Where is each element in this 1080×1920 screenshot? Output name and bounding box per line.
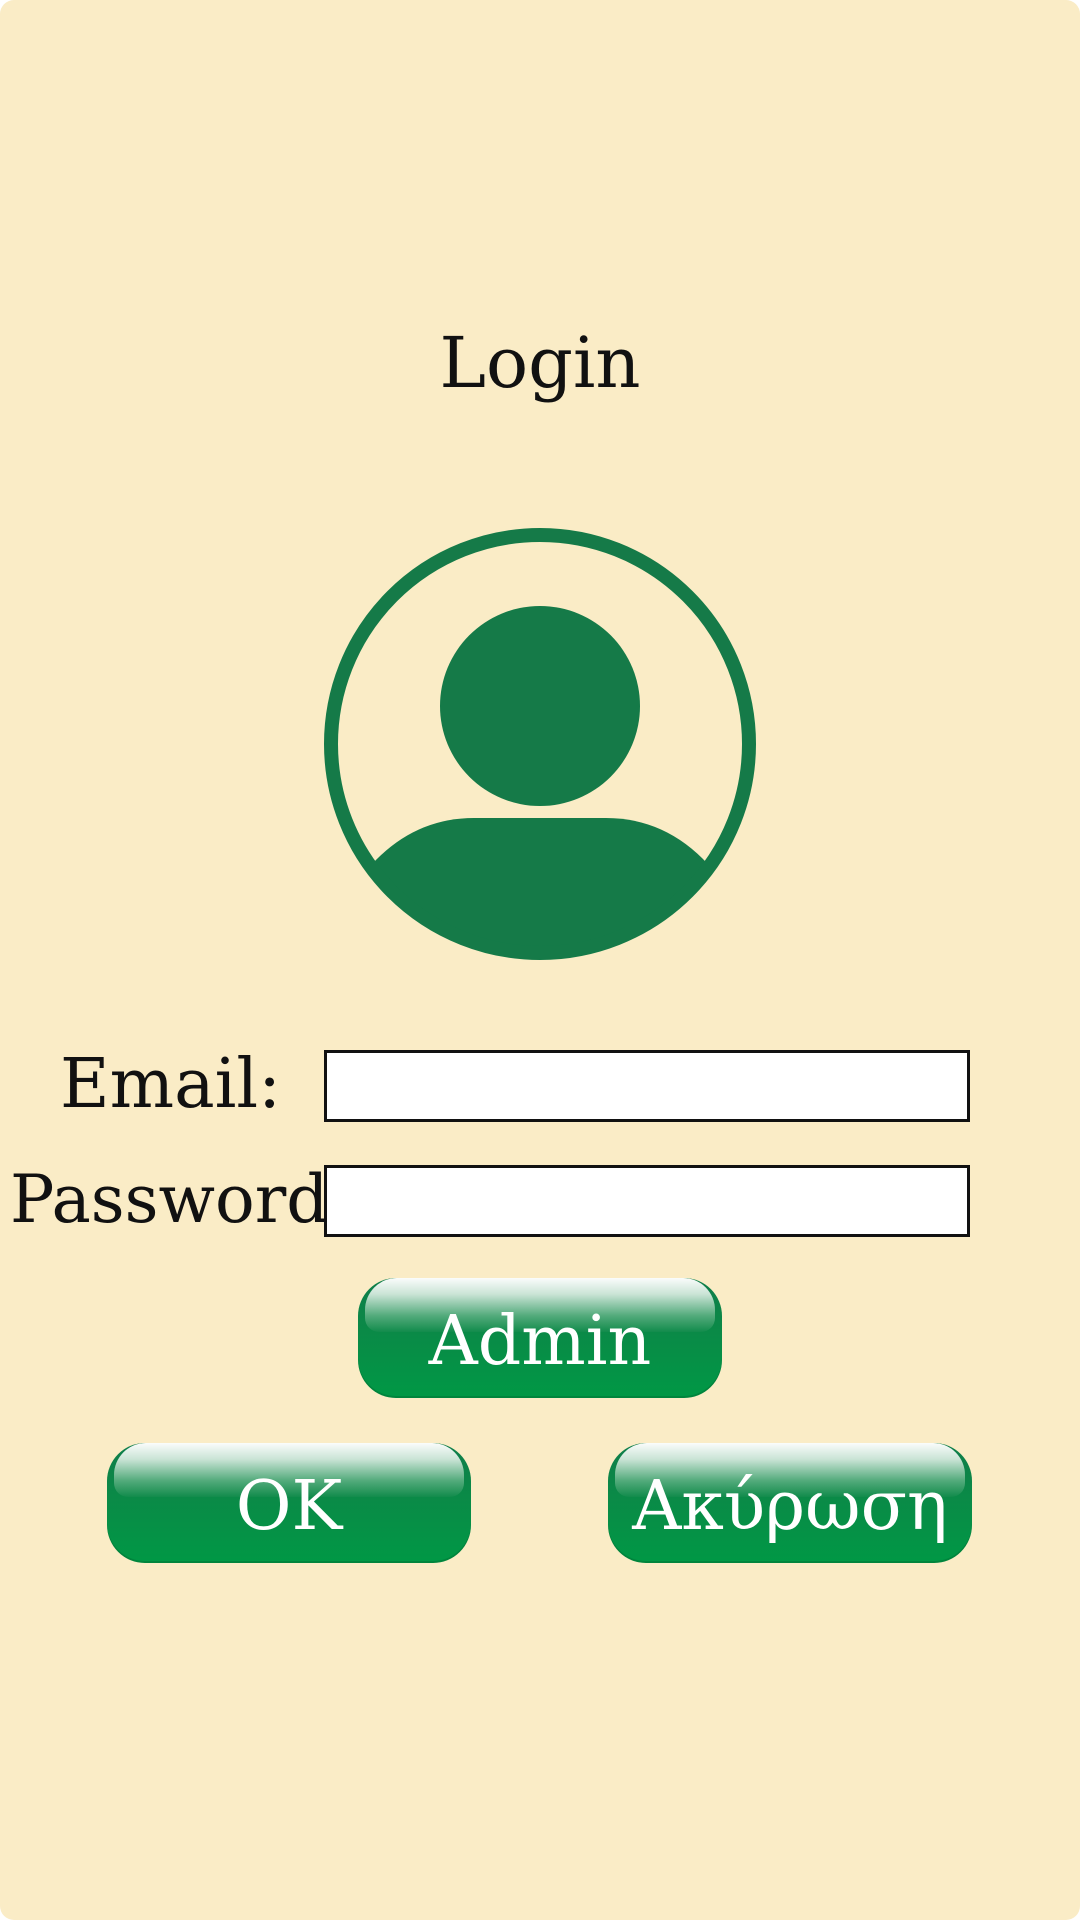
ok-button[interactable]: OK: [107, 1443, 471, 1563]
cancel-button[interactable]: Ακύρωση: [608, 1443, 972, 1563]
cancel-button-label: Ακύρωση: [632, 1467, 948, 1546]
password-label: Password:: [10, 1161, 351, 1238]
admin-button-label: Admin: [428, 1302, 652, 1381]
admin-button[interactable]: Admin: [358, 1278, 722, 1398]
page-title: Login: [439, 322, 641, 404]
email-label: Email:: [60, 1045, 282, 1124]
user-avatar-icon: [324, 528, 756, 960]
ok-button-label: OK: [235, 1467, 343, 1546]
email-field[interactable]: [324, 1050, 970, 1122]
password-field[interactable]: [324, 1165, 970, 1237]
login-screen: Login Email: Password: Admin OK Ακύρωση: [0, 0, 1080, 1920]
